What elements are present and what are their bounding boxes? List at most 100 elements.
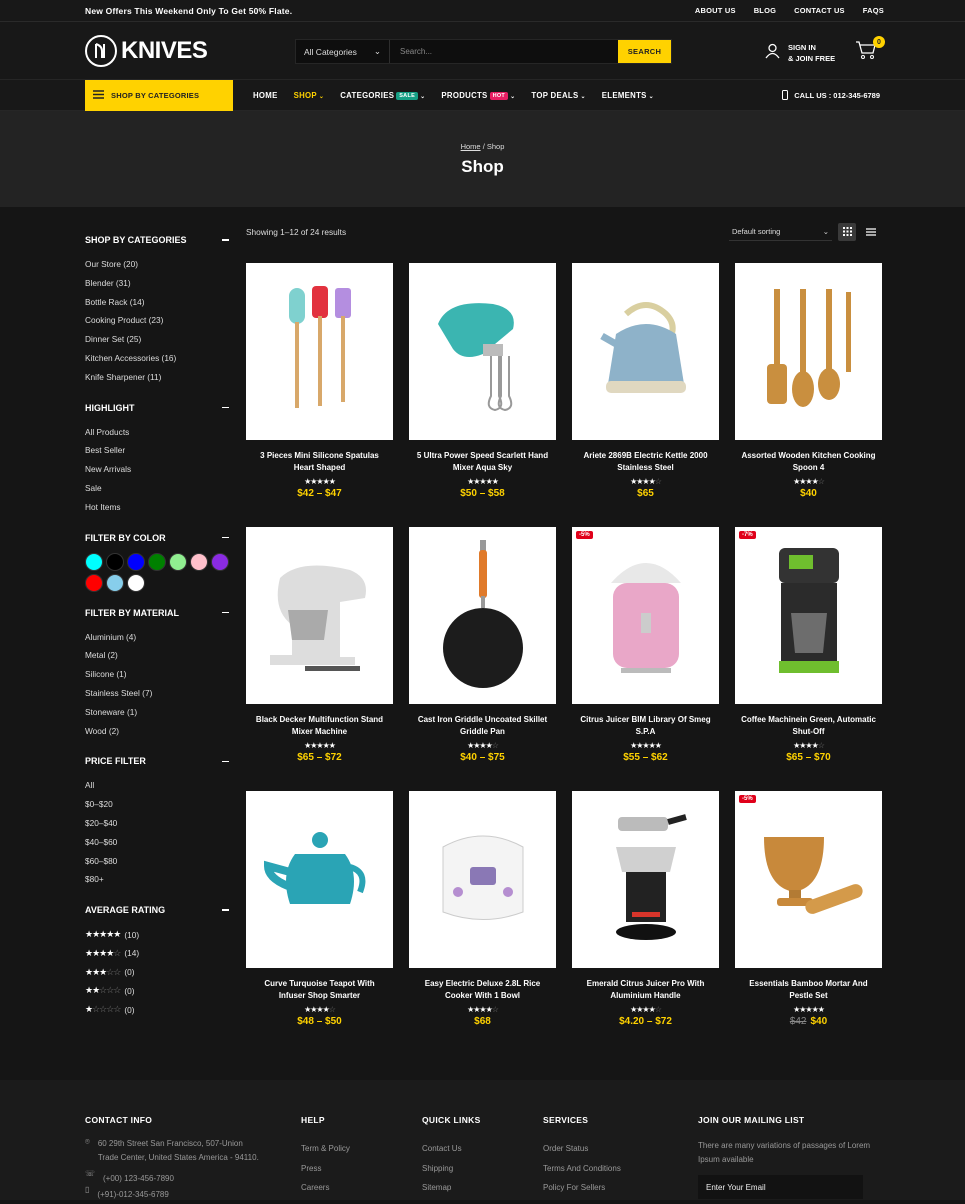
search-input[interactable] [390,40,618,63]
product-name[interactable]: 5 Ultra Power Speed Scarlett Hand Mixer … [409,450,556,474]
product-card[interactable]: Easy Electric Deluxe 2.8L Rice Cooker Wi… [409,791,556,1055]
product-image[interactable] [246,527,393,704]
product-image[interactable] [246,263,393,440]
highlight-link[interactable]: Hot Items [85,498,229,517]
color-swatch[interactable] [106,574,124,592]
product-name[interactable]: Citrus Juicer BIM Library Of Smeg S.P.A [572,714,719,738]
footer-link[interactable]: Term & Policy [301,1139,350,1159]
product-card[interactable]: Emerald Citrus Juicer Pro With Aluminium… [572,791,719,1055]
rating-filter-2[interactable]: ★★☆☆☆(0) [85,982,229,1001]
color-swatch[interactable] [106,553,124,571]
material-link[interactable]: Stainless Steel (7) [85,684,229,703]
price-link[interactable]: $60–$80 [85,852,229,871]
product-card[interactable]: Curve Turquoise Teapot With Infuser Shop… [246,791,393,1055]
rating-filter-3[interactable]: ★★★☆☆(0) [85,963,229,982]
material-link[interactable]: Metal (2) [85,646,229,665]
color-swatch[interactable] [85,574,103,592]
logo[interactable]: KNIVES [85,35,207,67]
footer-link[interactable]: Terms And Conditions [543,1159,621,1179]
footer-link[interactable]: Careers [301,1178,350,1198]
footer-link[interactable]: Press [301,1159,350,1179]
product-image[interactable] [735,263,882,440]
product-name[interactable]: Ariete 2869B Electric Kettle 2000 Stainl… [572,450,719,474]
highlight-link[interactable]: All Products [85,423,229,442]
category-link[interactable]: Blender (31) [85,274,229,293]
search-category-select[interactable]: All Categories ⌄ [296,40,390,63]
product-name[interactable]: Emerald Citrus Juicer Pro With Aluminium… [572,978,719,1002]
rating-filter-5[interactable]: ★★★★★(10) [85,925,229,944]
highlight-link[interactable]: Sale [85,479,229,498]
product-name[interactable]: Cast Iron Griddle Uncoated Skillet Gridd… [409,714,556,738]
highlight-link[interactable]: New Arrivals [85,460,229,479]
product-name[interactable]: Black Decker Multifunction Stand Mixer M… [246,714,393,738]
category-link[interactable]: Kitchen Accessories (16) [85,349,229,368]
footer-link[interactable]: Sitemap [422,1178,481,1198]
color-swatch[interactable] [148,553,166,571]
nav-item-products[interactable]: PRODUCTSHOT⌄ [441,91,515,100]
nav-item-elements[interactable]: ELEMENTS⌄ [602,91,654,100]
product-image[interactable] [409,527,556,704]
color-swatch[interactable] [127,574,145,592]
color-swatch[interactable] [190,553,208,571]
product-card[interactable]: Ariete 2869B Electric Kettle 2000 Stainl… [572,263,719,527]
product-image[interactable]: -5% [735,791,882,968]
material-link[interactable]: Aluminium (4) [85,628,229,647]
product-name[interactable]: Assorted Wooden Kitchen Cooking Spoon 4 [735,450,882,474]
product-card[interactable]: 3 Pieces Mini Silicone Spatulas Heart Sh… [246,263,393,527]
breadcrumb-home[interactable]: Home [461,142,481,151]
price-link[interactable]: $80+ [85,870,229,889]
material-link[interactable]: Stoneware (1) [85,703,229,722]
product-card[interactable]: -5% Citrus Juicer BIM Library Of Smeg S.P… [572,527,719,791]
category-link[interactable]: Our Store (20) [85,255,229,274]
footer-link[interactable]: Contact Us [422,1139,481,1159]
footer-link[interactable]: Shipping [422,1159,481,1179]
sort-select[interactable]: Default sorting ⌄ [729,223,832,241]
color-swatch[interactable] [85,553,103,571]
color-swatch[interactable] [169,553,187,571]
newsletter-email-input[interactable]: Enter Your Email [698,1175,863,1199]
nav-item-top-deals[interactable]: TOP DEALS⌄ [531,91,585,100]
product-image[interactable]: -5% [572,527,719,704]
cart-button[interactable]: 0 [855,40,879,64]
product-name[interactable]: Curve Turquoise Teapot With Infuser Shop… [246,978,393,1002]
color-swatch[interactable] [127,553,145,571]
price-link[interactable]: All [85,776,229,795]
product-name[interactable]: Coffee Machinein Green, Automatic Shut-O… [735,714,882,738]
product-card[interactable]: Assorted Wooden Kitchen Cooking Spoon 4★… [735,263,882,527]
rating-filter-1[interactable]: ★☆☆☆☆(0) [85,1000,229,1019]
product-image[interactable]: -7% [735,527,882,704]
search-button[interactable]: SEARCH [618,40,671,63]
color-swatch[interactable] [211,553,229,571]
highlight-widget-title[interactable]: HIGHLIGHT [85,403,229,413]
color-widget-title[interactable]: FILTER BY COLOR [85,533,229,543]
nav-item-home[interactable]: HOME [253,91,278,100]
list-view-button[interactable] [862,223,880,241]
highlight-link[interactable]: Best Seller [85,441,229,460]
top-link-blog[interactable]: BLOG [754,6,776,15]
price-link[interactable]: $20–$40 [85,814,229,833]
category-link[interactable]: Bottle Rack (14) [85,293,229,312]
categories-widget-title[interactable]: SHOP BY CATEGORIES [85,235,229,245]
rating-filter-4[interactable]: ★★★★☆(14) [85,944,229,963]
material-widget-title[interactable]: FILTER BY MATERIAL [85,608,229,618]
category-link[interactable]: Dinner Set (25) [85,330,229,349]
product-name[interactable]: Easy Electric Deluxe 2.8L Rice Cooker Wi… [409,978,556,1002]
product-image[interactable] [409,263,556,440]
nav-item-shop[interactable]: SHOP⌄ [294,91,325,100]
price-widget-title[interactable]: PRICE FILTER [85,756,229,766]
shop-by-categories-button[interactable]: SHOP BY CATEGORIES [85,80,233,111]
product-image[interactable] [572,263,719,440]
top-link-about[interactable]: ABOUT US [695,6,736,15]
product-card[interactable]: -7% Coffee Machinein Green, Automatic Shu… [735,527,882,791]
footer-link[interactable]: Order Status [543,1139,621,1159]
price-link[interactable]: $0–$20 [85,795,229,814]
category-link[interactable]: Cooking Product (23) [85,311,229,330]
product-image[interactable] [572,791,719,968]
footer-link[interactable]: Policy For Sellers [543,1178,621,1198]
rating-widget-title[interactable]: AVERAGE RATING [85,905,229,915]
material-link[interactable]: Silicone (1) [85,665,229,684]
product-image[interactable] [409,791,556,968]
product-card[interactable]: Cast Iron Griddle Uncoated Skillet Gridd… [409,527,556,791]
top-link-contact[interactable]: CONTACT US [794,6,845,15]
product-image[interactable] [246,791,393,968]
